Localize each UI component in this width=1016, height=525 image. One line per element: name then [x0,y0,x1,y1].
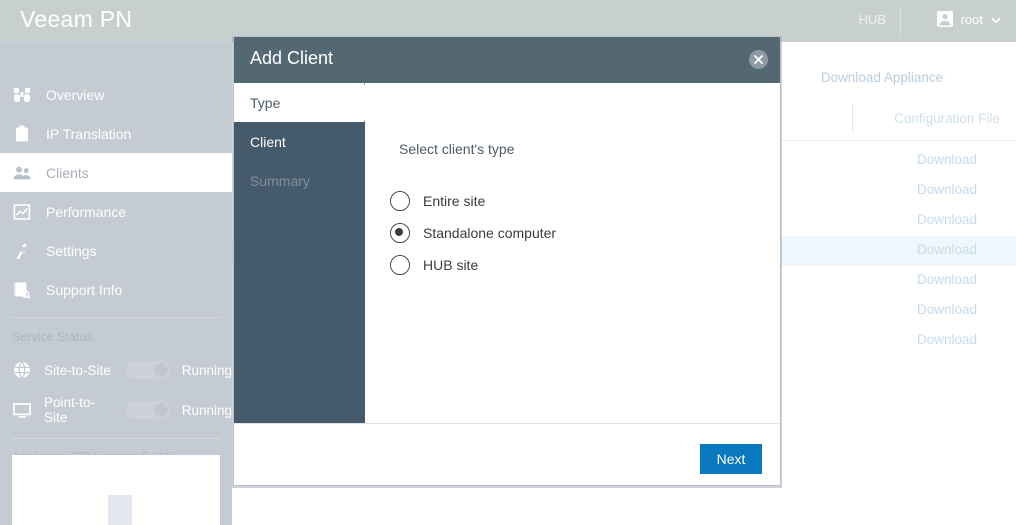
download-link[interactable]: Download [857,212,1016,227]
sidebar: Overview IP Translation Clients [0,42,232,525]
service-state: Running [182,363,232,378]
service-state: Running [182,403,232,418]
radio-label: HUB site [423,257,478,273]
users-icon [12,163,32,183]
app-brand-title: Veeam PN [20,6,132,33]
sidebar-item-support-info[interactable]: Support Info [0,270,232,309]
service-status-title: Service Status [0,318,232,350]
radio-option-entire-site[interactable]: Entire site [390,191,485,211]
sidebar-item-label: Performance [46,204,126,220]
download-link[interactable]: Download [857,182,1016,197]
toggle-knob [154,403,168,417]
download-link[interactable]: Download [857,332,1016,347]
download-link[interactable]: Download [857,302,1016,317]
sidebar-item-overview[interactable]: Overview [0,75,232,114]
radio-icon[interactable] [390,255,410,275]
body-instruction-label: Select client's type [399,141,515,157]
download-link[interactable]: Download [857,152,1016,167]
column-header-download-appliance: Download Appliance [792,70,972,85]
tab-type[interactable]: Type [234,83,365,122]
tab-label: Type [250,95,280,111]
clipboard-icon [12,124,32,144]
tab-client[interactable]: Client [234,122,365,161]
service-toggle-point-to-site[interactable] [126,401,170,419]
download-link[interactable]: Download [857,272,1016,287]
dialog-body: Select client's type Entire site Standal… [365,83,780,423]
tab-summary: Summary [234,161,365,200]
sidebar-item-clients[interactable]: Clients [0,153,232,192]
sidebar-item-settings[interactable]: Settings [0,231,232,270]
radio-option-standalone-computer[interactable]: Standalone computer [390,223,556,243]
service-label: Point-to-Site [44,395,114,425]
hub-label: HUB [859,12,886,27]
sidebar-item-label: Clients [46,165,89,181]
sidebar-item-label: Overview [46,87,104,103]
app-root: Veeam PN HUB root [0,0,1016,525]
user-menu[interactable]: root [936,10,1002,28]
sidebar-item-label: Settings [46,243,97,259]
radio-icon[interactable] [390,223,410,243]
radio-label: Standalone computer [423,225,556,241]
user-name-label: root [961,12,983,27]
close-icon[interactable] [749,50,768,69]
download-link[interactable]: Download [857,242,1016,257]
sidebar-top-spacer [0,42,232,75]
service-row-site-to-site: Site-to-Site Running [0,350,232,390]
binoculars-icon [12,85,32,105]
toggle-knob [154,363,168,377]
globe-icon [12,360,32,380]
sidebar-item-performance[interactable]: Performance [0,192,232,231]
tab-label: Client [250,134,286,150]
sidebar-item-label: Support Info [46,282,122,298]
tab-label: Summary [250,173,310,189]
cpu-usage-chart [12,455,220,525]
radio-icon[interactable] [390,191,410,211]
monitor-icon [12,400,32,420]
wrench-icon [12,241,32,261]
radio-label: Entire site [423,193,485,209]
service-toggle-site-to-site[interactable] [126,361,170,379]
dialog-title: Add Client [250,48,333,69]
radio-option-hub-site[interactable]: HUB site [390,255,478,275]
column-header-configuration-file: Configuration File [857,111,1016,126]
dialog-header: Add Client [234,37,780,83]
cpu-usage-bar [108,495,132,525]
sidebar-item-label: IP Translation [46,126,131,142]
header-divider [900,8,901,34]
column-divider [852,104,853,132]
dialog-step-tabs: Type Client Summary [234,83,365,423]
dialog-footer: Next [234,424,780,485]
service-label: Site-to-Site [44,363,114,378]
chevron-down-icon[interactable] [990,13,1002,25]
chart-icon [12,202,32,222]
next-button[interactable]: Next [700,444,762,474]
support-book-icon [12,280,32,300]
user-avatar-icon [936,10,954,28]
service-row-point-to-site: Point-to-Site Running [0,390,232,430]
add-client-dialog: Add Client Type Client [233,36,781,486]
sidebar-item-ip-translation[interactable]: IP Translation [0,114,232,153]
